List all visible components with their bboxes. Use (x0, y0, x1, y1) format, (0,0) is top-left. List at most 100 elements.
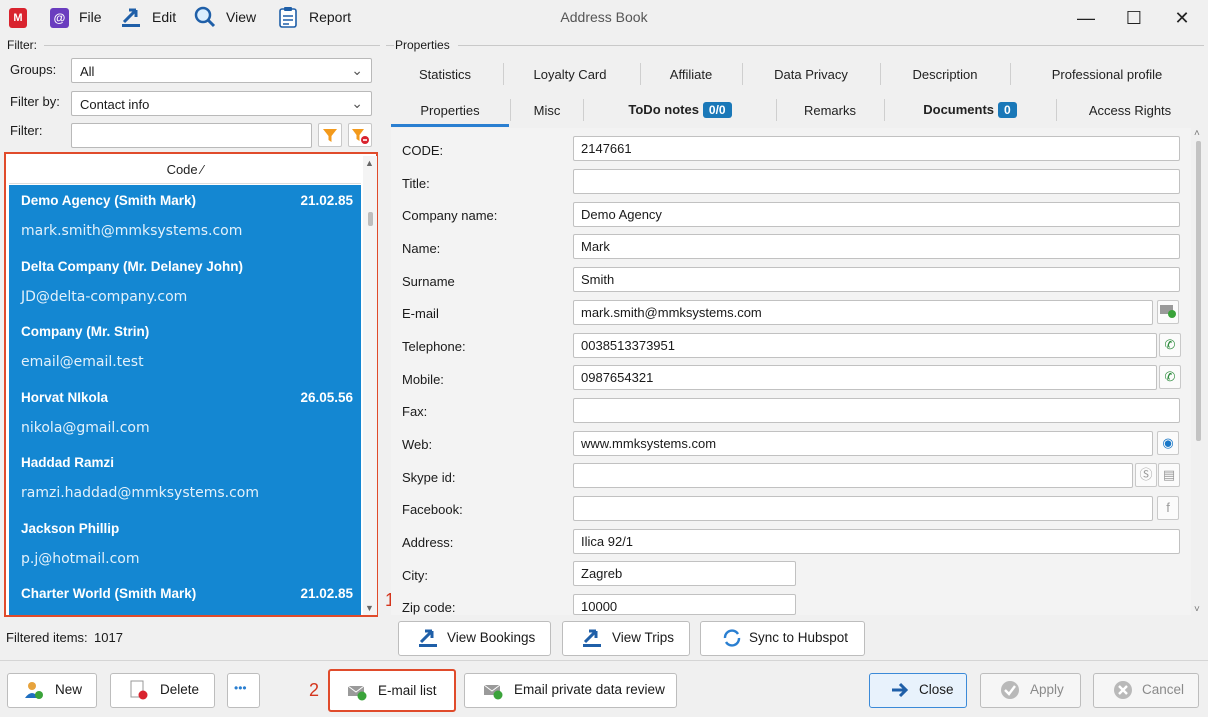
filterby-combo[interactable]: Contact info ⌄ (71, 91, 372, 116)
scroll-up-icon[interactable]: ˄ (1194, 128, 1200, 139)
tab-remarks[interactable]: Remarks (780, 103, 880, 118)
tab-separator (510, 99, 511, 121)
code-field[interactable]: 2147661 (573, 136, 1180, 161)
mobile-field[interactable]: 0987654321 (573, 365, 1157, 390)
view-trips-button[interactable]: View Trips (562, 621, 690, 656)
open-facebook-button[interactable]: f (1157, 496, 1179, 520)
tab-properties[interactable]: Properties (391, 103, 509, 118)
filter-input[interactable] (71, 123, 312, 148)
scroll-down-icon[interactable]: ▼ (365, 603, 374, 613)
company-name-field[interactable]: Demo Agency (573, 202, 1180, 227)
list-item[interactable]: Haddad Ramzi ramzi.haddad@mmksystems.com (9, 447, 361, 513)
properties-scrollbar[interactable]: ˄ ˅ (1191, 128, 1206, 615)
scroll-thumb[interactable] (368, 212, 373, 226)
call-mobile-button[interactable]: ✆ (1159, 365, 1181, 389)
app-logo-icon: M (9, 8, 27, 28)
address-field[interactable]: Ilica 92/1 (573, 529, 1180, 554)
close-window-button[interactable]: ✕ (1162, 4, 1202, 32)
title-field[interactable] (573, 169, 1180, 194)
tab-misc[interactable]: Misc (514, 103, 580, 118)
surname-field[interactable]: Smith (573, 267, 1180, 292)
menu-view[interactable]: View (226, 9, 256, 25)
tab-separator (503, 63, 504, 85)
field-label-web: Web: (402, 437, 433, 452)
more-options-button[interactable]: ••• (227, 673, 260, 708)
tab-access-rights[interactable]: Access Rights (1060, 103, 1200, 118)
view-bookings-label: View Bookings (447, 630, 536, 645)
menu-edit[interactable]: Edit (152, 9, 176, 25)
menu-file[interactable]: File (79, 9, 102, 25)
view-bookings-button[interactable]: View Bookings (398, 621, 551, 656)
tab-statistics[interactable]: Statistics (391, 67, 499, 82)
open-web-button[interactable]: ◉ (1157, 431, 1179, 455)
minimize-button[interactable]: — (1066, 4, 1106, 32)
tab-loyalty-card[interactable]: Loyalty Card (507, 67, 633, 82)
close-button[interactable]: Close (869, 673, 967, 708)
checkmark-icon (1001, 681, 1019, 699)
skype-field[interactable] (573, 463, 1133, 488)
apply-button[interactable]: Apply (980, 673, 1081, 708)
name-field[interactable]: Mark (573, 234, 1180, 259)
filterby-label: Filter by: (10, 94, 60, 109)
contact-date: 26.05.56 (300, 389, 353, 405)
scroll-down-icon[interactable]: ˅ (1194, 604, 1200, 615)
list-item[interactable]: Company (Mr. Strin) email@email.test (9, 316, 361, 382)
tab-documents[interactable]: Documents 0 (888, 102, 1052, 118)
field-label-name: Name: (402, 241, 441, 256)
web-field[interactable]: www.mmksystems.com (573, 431, 1153, 456)
cancel-button[interactable]: Cancel (1093, 673, 1199, 708)
envelope-add-icon (347, 685, 367, 701)
tab-professional-profile[interactable]: Professional profile (1014, 67, 1200, 82)
skype-call-button[interactable]: Ⓢ (1135, 463, 1157, 487)
telephone-field[interactable]: 0038513373951 (573, 333, 1157, 358)
todo-badge: 0/0 (702, 102, 732, 118)
call-telephone-button[interactable]: ✆ (1159, 333, 1181, 357)
sync-hubspot-label: Sync to Hubspot (749, 630, 849, 645)
apply-label: Apply (1030, 682, 1064, 697)
apply-filter-button[interactable] (318, 123, 342, 147)
menu-report[interactable]: Report (309, 9, 351, 25)
scroll-thumb[interactable] (1196, 141, 1201, 441)
tab-data-privacy[interactable]: Data Privacy (746, 67, 876, 82)
zip-code-field[interactable]: 10000 (573, 594, 796, 615)
cancel-x-icon (1114, 681, 1132, 699)
tab-todo-notes[interactable]: ToDo notes 0/0 (587, 102, 773, 118)
delete-button[interactable]: Delete (110, 673, 215, 708)
zip-value: 10000 (581, 599, 618, 614)
list-item[interactable]: Horvat NIkola 26.05.56 nikola@gmail.com (9, 382, 361, 448)
list-item[interactable]: Jackson Phillip p.j@hotmail.com (9, 513, 361, 579)
tab-description[interactable]: Description (884, 67, 1006, 82)
groups-combo[interactable]: All ⌄ (71, 58, 372, 83)
skype-chat-button[interactable]: ▤ (1158, 463, 1180, 487)
cancel-label: Cancel (1142, 682, 1185, 697)
at-sign-icon: @ (50, 8, 69, 28)
scroll-up-icon[interactable]: ▲ (365, 158, 374, 168)
list-item[interactable]: Charter World (Smith Mark) 21.02.85 (9, 578, 361, 615)
view-trips-label: View Trips (612, 630, 675, 645)
title-bar: M @ File Edit View Report Address Book —… (0, 0, 1208, 36)
fax-field[interactable] (573, 398, 1180, 423)
contact-email: nikola@gmail.com (21, 419, 150, 436)
city-field[interactable]: Zagreb (573, 561, 796, 586)
contact-name: Charter World (Smith Mark) (21, 586, 197, 601)
email-field[interactable]: mark.smith@mmksystems.com (573, 300, 1153, 325)
sync-hubspot-button[interactable]: Sync to Hubspot (700, 621, 865, 656)
active-tab-indicator (391, 124, 509, 127)
callout-number-2: 2 (309, 680, 320, 700)
facebook-field[interactable] (573, 496, 1153, 521)
maximize-button[interactable]: ☐ (1114, 4, 1154, 32)
contact-email: mark.smith@mmksystems.com (21, 223, 243, 239)
email-list-button[interactable]: E-mail list (328, 669, 456, 712)
document-delete-icon (130, 680, 148, 700)
email-private-data-button[interactable]: Email private data review (464, 673, 677, 708)
new-button[interactable]: New (7, 673, 97, 708)
list-item[interactable]: Delta Company (Mr. Delaney John) JD@delt… (9, 251, 361, 317)
list-scrollbar[interactable]: ▲ ▼ (363, 156, 377, 615)
code-column-header[interactable]: Code ⁄ (9, 156, 361, 184)
send-email-button[interactable] (1157, 300, 1179, 324)
tab-affiliate[interactable]: Affiliate (644, 67, 738, 82)
clear-filter-button[interactable] (348, 123, 372, 147)
list-item[interactable]: Demo Agency (Smith Mark) 21.02.85 mark.s… (9, 185, 361, 251)
properties-group-line (458, 45, 1204, 46)
contact-name: Delta Company (Mr. Delaney John) (21, 258, 244, 274)
